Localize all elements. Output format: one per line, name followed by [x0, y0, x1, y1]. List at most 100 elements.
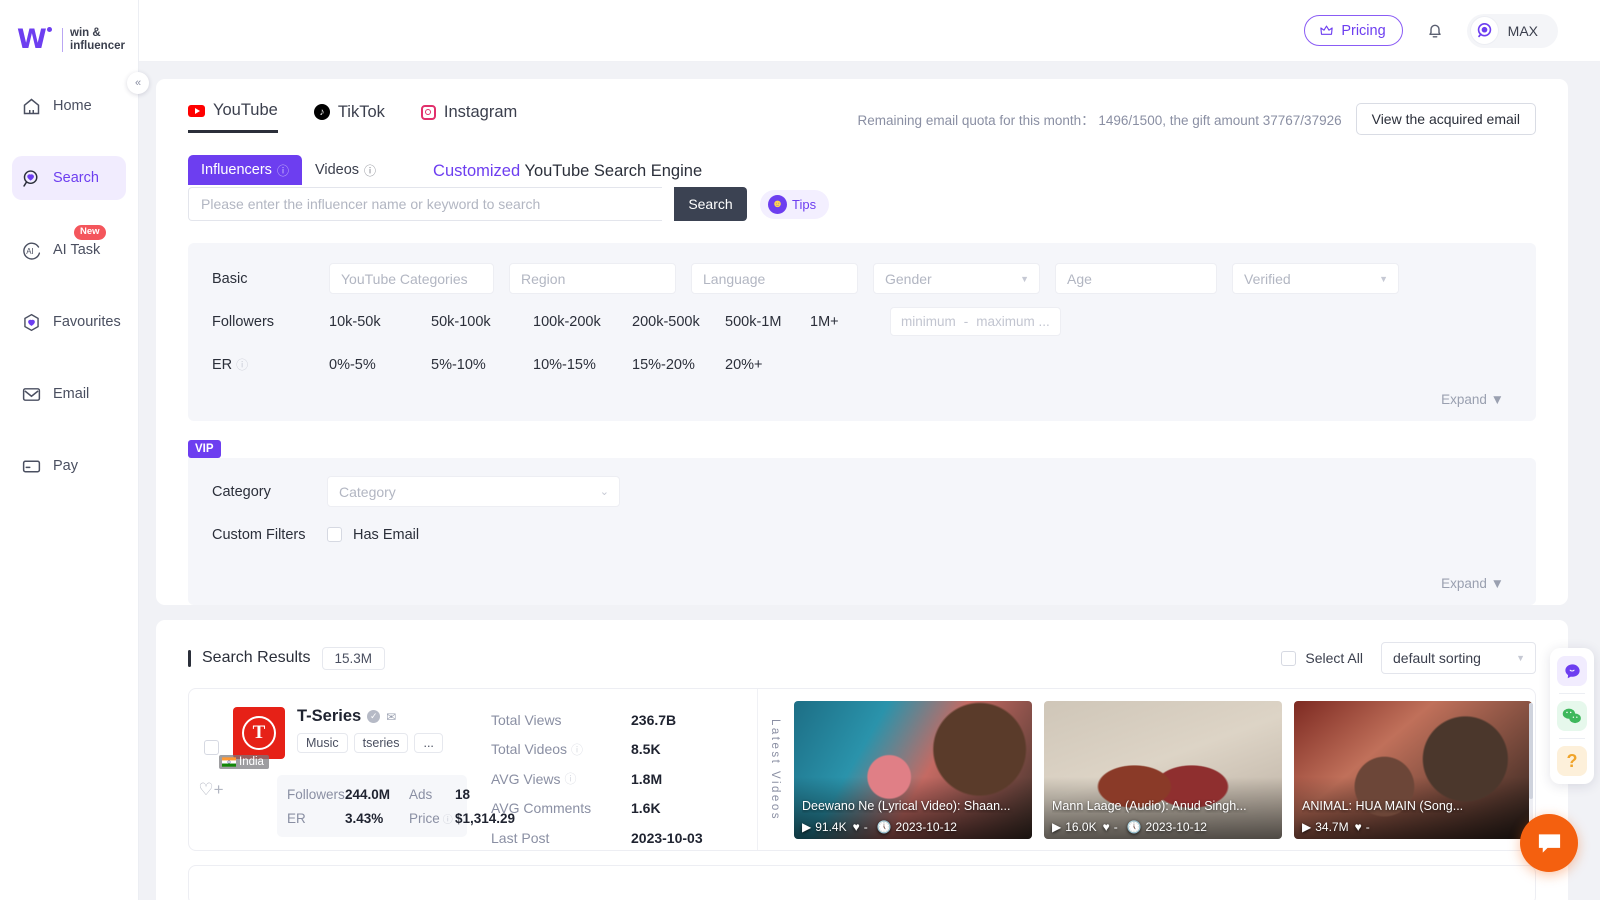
mail-icon[interactable]: ✉: [386, 710, 396, 724]
video-views-1: ▶ 16.0K: [1052, 820, 1097, 834]
sidebar-item-favourites[interactable]: Favourites: [12, 300, 126, 344]
table-row-next[interactable]: [188, 865, 1536, 900]
help-question-icon[interactable]: ?: [1557, 746, 1587, 776]
influencer-name-block: T-Series ✓ ✉ Music tseries ...: [297, 707, 443, 759]
help-icon-influencers[interactable]: ⓘ: [277, 162, 289, 179]
help-icon-price[interactable]: ⓘ: [443, 811, 453, 826]
metric-avg-views: AVG Views ⓘ 1.8M: [491, 764, 757, 794]
sidebar-item-email[interactable]: Email: [12, 372, 126, 416]
floating-rail: ?: [1550, 648, 1594, 784]
select-all-checkbox[interactable]: [1281, 651, 1296, 666]
brand-logo[interactable]: W win & influencer: [0, 0, 138, 62]
sidebar-collapse-icon[interactable]: «: [127, 72, 149, 94]
video-thumbnail-2[interactable]: ANIMAL: HUA MAIN (Song... ▶ 34.7M ♥ -: [1294, 701, 1532, 839]
stat-key-price-text: Price: [409, 811, 440, 826]
segment-videos[interactable]: Videos ⓘ: [302, 155, 389, 185]
er-chip-3[interactable]: 15%-20%: [632, 357, 725, 373]
user-menu[interactable]: MAX: [1467, 14, 1558, 48]
sidebar-item-search[interactable]: Search: [12, 156, 126, 200]
vip-expand-button[interactable]: Expand ▼: [188, 556, 1536, 599]
tiktok-icon: ♪: [314, 104, 330, 120]
has-email-checkbox[interactable]: [327, 527, 342, 542]
segment-influencers[interactable]: Influencers ⓘ: [188, 155, 302, 185]
sidebar-item-label-pay: Pay: [53, 458, 78, 474]
videos-scrollbar[interactable]: [1529, 703, 1533, 837]
tag-1[interactable]: tseries: [354, 733, 409, 753]
metric-avg-comments: AVG Comments 1.6K: [491, 794, 757, 824]
metric-label-total-videos: Total Videos ⓘ: [491, 741, 631, 758]
sidebar-item-home[interactable]: Home: [12, 84, 126, 128]
help-icon-total-videos[interactable]: ⓘ: [571, 741, 583, 758]
followers-chip-5[interactable]: 1M+: [810, 314, 890, 330]
metric-label-avg-views-text: AVG Views: [491, 771, 561, 787]
er-chip-1[interactable]: 5%-10%: [431, 357, 533, 373]
followers-chip-0[interactable]: 10k-50k: [329, 314, 431, 330]
filter-gender[interactable]: Gender ▼: [873, 263, 1040, 294]
avatar[interactable]: T: [233, 707, 285, 759]
card-select-col: ♡+: [189, 689, 233, 850]
tab-youtube[interactable]: YouTube: [188, 101, 278, 133]
metric-label-avg-comments: AVG Comments: [491, 800, 631, 816]
er-chip-4[interactable]: 20%+: [725, 357, 810, 373]
select-all-control[interactable]: Select All: [1281, 650, 1363, 666]
vip-category-select[interactable]: Category ⌄: [327, 476, 620, 507]
chat-smile-icon[interactable]: [1557, 656, 1587, 686]
followers-chip-2[interactable]: 100k-200k: [533, 314, 632, 330]
tab-tiktok[interactable]: ♪ TikTok: [314, 101, 385, 133]
verified-icon: ✓: [367, 710, 380, 723]
sorting-select[interactable]: default sorting ▼: [1381, 642, 1536, 674]
stat-line-er: ER 3.43% Price ⓘ $1,314.29: [287, 806, 457, 830]
influencer-identity-top: T India: [233, 707, 483, 759]
rail-divider-1: [1559, 693, 1585, 694]
tag-2[interactable]: ...: [414, 733, 442, 753]
tips-label: Tips: [792, 197, 816, 212]
filter-age[interactable]: Age: [1055, 263, 1217, 294]
influencer-name[interactable]: T-Series: [297, 707, 361, 726]
row-checkbox[interactable]: [204, 740, 219, 755]
tag-0[interactable]: Music: [297, 733, 348, 753]
pricing-button[interactable]: Pricing: [1304, 15, 1402, 46]
ai-icon: AI: [21, 240, 42, 261]
followers-chip-4[interactable]: 500k-1M: [725, 314, 810, 330]
video-thumbnail-0-image: [794, 701, 1032, 839]
filter-language[interactable]: Language: [691, 263, 858, 294]
chat-bubble-icon[interactable]: [1520, 814, 1578, 872]
basic-expand-button[interactable]: Expand ▼: [188, 386, 1536, 415]
videos-scrollbar-thumb[interactable]: [1529, 703, 1533, 799]
sidebar-item-pay[interactable]: Pay: [12, 444, 126, 488]
video-thumbnail-1[interactable]: Mann Laage (Audio): Anud Singh... ▶ 16.0…: [1044, 701, 1282, 839]
help-icon-avg-views[interactable]: ⓘ: [565, 770, 577, 787]
help-icon-er[interactable]: ⓘ: [236, 356, 248, 373]
followers-chip-3[interactable]: 200k-500k: [632, 314, 725, 330]
filter-verified[interactable]: Verified ▼: [1232, 263, 1399, 294]
help-icon-videos[interactable]: ⓘ: [364, 162, 376, 179]
crown-icon: [1318, 23, 1335, 38]
mail-icon: [21, 384, 42, 405]
tab-instagram-label: Instagram: [444, 103, 517, 122]
sidebar-badge-new: New: [74, 225, 106, 240]
video-thumbnail-2-image: [1294, 701, 1532, 839]
metric-value-avg-comments: 1.6K: [631, 800, 661, 816]
er-filter-row: ER ⓘ 0%-5% 5%-10% 10%-15% 15%-20% 20%+: [188, 343, 1536, 386]
followers-range[interactable]: minimum - maximum ...: [890, 307, 1061, 336]
search-heart-icon: [21, 168, 42, 189]
filter-youtube-categories[interactable]: YouTube Categories: [329, 263, 494, 294]
wechat-icon[interactable]: [1557, 701, 1587, 731]
sidebar-item-ai-task[interactable]: AI AI Task New: [12, 228, 126, 272]
influencer-stats-box: Followers 244.0M Ads 18 ER 3.43% Price: [277, 775, 467, 837]
er-chip-2[interactable]: 10%-15%: [533, 357, 632, 373]
er-chip-0[interactable]: 0%-5%: [329, 357, 431, 373]
avatar-letter: T: [242, 716, 276, 750]
table-row[interactable]: ♡+ T: [188, 688, 1536, 851]
search-input[interactable]: [188, 187, 662, 221]
followers-chip-1[interactable]: 50k-100k: [431, 314, 533, 330]
tab-instagram[interactable]: Instagram: [421, 101, 517, 133]
video-thumbnail-0[interactable]: Deewano Ne (Lyrical Video): Shaan... ▶ 9…: [794, 701, 1032, 839]
bell-icon[interactable]: [1425, 20, 1445, 42]
stat-key-er: ER: [287, 811, 345, 826]
search-button[interactable]: Search: [674, 187, 747, 221]
filter-region[interactable]: Region: [509, 263, 676, 294]
tips-button[interactable]: ☻ Tips: [760, 190, 829, 219]
view-acquired-email-button[interactable]: View the acquired email: [1356, 103, 1536, 135]
favourite-add-icon[interactable]: ♡+: [198, 780, 223, 800]
